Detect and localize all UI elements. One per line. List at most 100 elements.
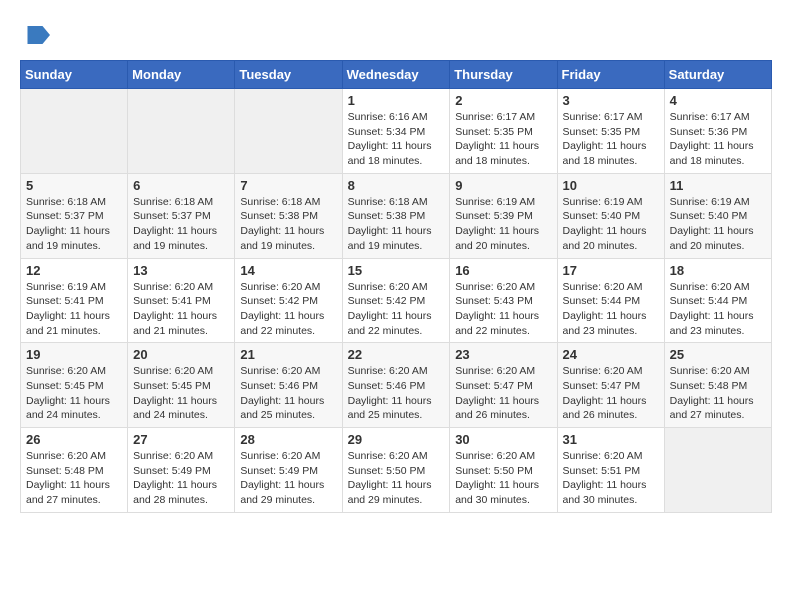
calendar-cell: 20Sunrise: 6:20 AM Sunset: 5:45 PM Dayli… (128, 343, 235, 428)
calendar-cell: 26 Sunrise: 6:20 AM Sunset: 5:48 PM Dayli… (21, 428, 128, 513)
day-info: Sunrise: 6:18 AM Sunset: 5:37 PM Dayligh… (26, 195, 122, 254)
day-number: 22 (348, 347, 445, 362)
calendar-cell: 11Sunrise: 6:19 AM Sunset: 5:40 PM Dayli… (664, 173, 771, 258)
calendar-cell: 31 Sunrise: 6:20 AM Sunset: 5:51 PM Dayli… (557, 428, 664, 513)
calendar-cell: 29 Sunrise: 6:20 AM Sunset: 5:50 PM Dayli… (342, 428, 450, 513)
calendar-cell: 6 Sunrise: 6:18 AM Sunset: 5:37 PM Daylig… (128, 173, 235, 258)
day-info: Sunrise: 6:20 AM Sunset: 5:46 PM Dayligh… (240, 364, 336, 423)
day-number: 14 (240, 263, 336, 278)
calendar-cell: 10 Sunrise: 6:19 AM Sunset: 5:40 PM Dayli… (557, 173, 664, 258)
day-info: Sunrise: 6:20 AM Sunset: 5:45 PM Dayligh… (26, 364, 122, 423)
calendar-cell: 19Sunrise: 6:20 AM Sunset: 5:45 PM Dayli… (21, 343, 128, 428)
day-info: Sunrise: 6:17 AM Sunset: 5:36 PM Dayligh… (670, 110, 766, 169)
day-number: 12 (26, 263, 122, 278)
header (20, 20, 772, 50)
day-number: 2 (455, 93, 551, 108)
day-of-week-header: Sunday (21, 61, 128, 89)
day-number: 23 (455, 347, 551, 362)
day-number: 27 (133, 432, 229, 447)
day-info: Sunrise: 6:20 AM Sunset: 5:44 PM Dayligh… (670, 280, 766, 339)
day-info: Sunrise: 6:20 AM Sunset: 5:49 PM Dayligh… (240, 449, 336, 508)
day-info: Sunrise: 6:20 AM Sunset: 5:44 PM Dayligh… (563, 280, 659, 339)
day-info: Sunrise: 6:19 AM Sunset: 5:40 PM Dayligh… (563, 195, 659, 254)
calendar-cell: 2 Sunrise: 6:17 AM Sunset: 5:35 PM Daylig… (450, 89, 557, 174)
day-info: Sunrise: 6:20 AM Sunset: 5:46 PM Dayligh… (348, 364, 445, 423)
calendar-cell (128, 89, 235, 174)
day-number: 31 (563, 432, 659, 447)
day-number: 30 (455, 432, 551, 447)
calendar-cell: 4 Sunrise: 6:17 AM Sunset: 5:36 PM Daylig… (664, 89, 771, 174)
day-number: 28 (240, 432, 336, 447)
day-info: Sunrise: 6:20 AM Sunset: 5:43 PM Dayligh… (455, 280, 551, 339)
calendar: SundayMondayTuesdayWednesdayThursdayFrid… (20, 60, 772, 513)
day-of-week-header: Friday (557, 61, 664, 89)
day-number: 9 (455, 178, 551, 193)
calendar-cell: 18 Sunrise: 6:20 AM Sunset: 5:44 PM Dayli… (664, 258, 771, 343)
day-number: 18 (670, 263, 766, 278)
day-number: 4 (670, 93, 766, 108)
calendar-cell (664, 428, 771, 513)
day-info: Sunrise: 6:19 AM Sunset: 5:39 PM Dayligh… (455, 195, 551, 254)
day-info: Sunrise: 6:20 AM Sunset: 5:42 PM Dayligh… (240, 280, 336, 339)
calendar-cell: 1 Sunrise: 6:16 AM Sunset: 5:34 PM Daylig… (342, 89, 450, 174)
day-info: Sunrise: 6:18 AM Sunset: 5:38 PM Dayligh… (348, 195, 445, 254)
day-info: Sunrise: 6:20 AM Sunset: 5:48 PM Dayligh… (670, 364, 766, 423)
day-number: 11 (670, 178, 766, 193)
day-number: 21 (240, 347, 336, 362)
day-info: Sunrise: 6:20 AM Sunset: 5:51 PM Dayligh… (563, 449, 659, 508)
logo-icon (20, 20, 50, 50)
day-info: Sunrise: 6:19 AM Sunset: 5:41 PM Dayligh… (26, 280, 122, 339)
calendar-week-row: 19Sunrise: 6:20 AM Sunset: 5:45 PM Dayli… (21, 343, 772, 428)
day-info: Sunrise: 6:20 AM Sunset: 5:41 PM Dayligh… (133, 280, 229, 339)
day-number: 6 (133, 178, 229, 193)
day-number: 5 (26, 178, 122, 193)
calendar-cell: 22 Sunrise: 6:20 AM Sunset: 5:46 PM Dayli… (342, 343, 450, 428)
day-of-week-header: Monday (128, 61, 235, 89)
calendar-cell (235, 89, 342, 174)
calendar-cell: 9 Sunrise: 6:19 AM Sunset: 5:39 PM Daylig… (450, 173, 557, 258)
calendar-cell: 8 Sunrise: 6:18 AM Sunset: 5:38 PM Daylig… (342, 173, 450, 258)
day-number: 8 (348, 178, 445, 193)
day-number: 26 (26, 432, 122, 447)
day-number: 25 (670, 347, 766, 362)
calendar-cell: 17 Sunrise: 6:20 AM Sunset: 5:44 PM Dayli… (557, 258, 664, 343)
calendar-cell: 12 Sunrise: 6:19 AM Sunset: 5:41 PM Dayli… (21, 258, 128, 343)
calendar-cell: 28 Sunrise: 6:20 AM Sunset: 5:49 PM Dayli… (235, 428, 342, 513)
day-number: 16 (455, 263, 551, 278)
calendar-cell: 14 Sunrise: 6:20 AM Sunset: 5:42 PM Dayli… (235, 258, 342, 343)
calendar-cell: 15Sunrise: 6:20 AM Sunset: 5:42 PM Dayli… (342, 258, 450, 343)
calendar-cell: 30Sunrise: 6:20 AM Sunset: 5:50 PM Dayli… (450, 428, 557, 513)
day-info: Sunrise: 6:17 AM Sunset: 5:35 PM Dayligh… (455, 110, 551, 169)
day-info: Sunrise: 6:18 AM Sunset: 5:37 PM Dayligh… (133, 195, 229, 254)
calendar-cell: 16 Sunrise: 6:20 AM Sunset: 5:43 PM Dayli… (450, 258, 557, 343)
day-number: 3 (563, 93, 659, 108)
calendar-cell: 5 Sunrise: 6:18 AM Sunset: 5:37 PM Daylig… (21, 173, 128, 258)
day-of-week-header: Tuesday (235, 61, 342, 89)
calendar-week-row: 26 Sunrise: 6:20 AM Sunset: 5:48 PM Dayli… (21, 428, 772, 513)
day-info: Sunrise: 6:20 AM Sunset: 5:49 PM Dayligh… (133, 449, 229, 508)
logo (20, 20, 54, 50)
calendar-week-row: 12 Sunrise: 6:19 AM Sunset: 5:41 PM Dayli… (21, 258, 772, 343)
calendar-cell: 23 Sunrise: 6:20 AM Sunset: 5:47 PM Dayli… (450, 343, 557, 428)
day-info: Sunrise: 6:17 AM Sunset: 5:35 PM Dayligh… (563, 110, 659, 169)
day-info: Sunrise: 6:20 AM Sunset: 5:50 PM Dayligh… (348, 449, 445, 508)
day-info: Sunrise: 6:16 AM Sunset: 5:34 PM Dayligh… (348, 110, 445, 169)
calendar-cell: 3 Sunrise: 6:17 AM Sunset: 5:35 PM Daylig… (557, 89, 664, 174)
day-number: 10 (563, 178, 659, 193)
day-number: 29 (348, 432, 445, 447)
day-number: 1 (348, 93, 445, 108)
calendar-cell: 21 Sunrise: 6:20 AM Sunset: 5:46 PM Dayli… (235, 343, 342, 428)
day-info: Sunrise: 6:20 AM Sunset: 5:45 PM Dayligh… (133, 364, 229, 423)
calendar-cell: 24Sunrise: 6:20 AM Sunset: 5:47 PM Dayli… (557, 343, 664, 428)
day-number: 15 (348, 263, 445, 278)
day-of-week-header: Thursday (450, 61, 557, 89)
calendar-cell: 25 Sunrise: 6:20 AM Sunset: 5:48 PM Dayli… (664, 343, 771, 428)
calendar-week-row: 5 Sunrise: 6:18 AM Sunset: 5:37 PM Daylig… (21, 173, 772, 258)
day-info: Sunrise: 6:20 AM Sunset: 5:48 PM Dayligh… (26, 449, 122, 508)
calendar-cell: 13 Sunrise: 6:20 AM Sunset: 5:41 PM Dayli… (128, 258, 235, 343)
calendar-cell: 27 Sunrise: 6:20 AM Sunset: 5:49 PM Dayli… (128, 428, 235, 513)
day-of-week-header: Saturday (664, 61, 771, 89)
day-number: 13 (133, 263, 229, 278)
day-info: Sunrise: 6:20 AM Sunset: 5:47 PM Dayligh… (455, 364, 551, 423)
day-number: 17 (563, 263, 659, 278)
